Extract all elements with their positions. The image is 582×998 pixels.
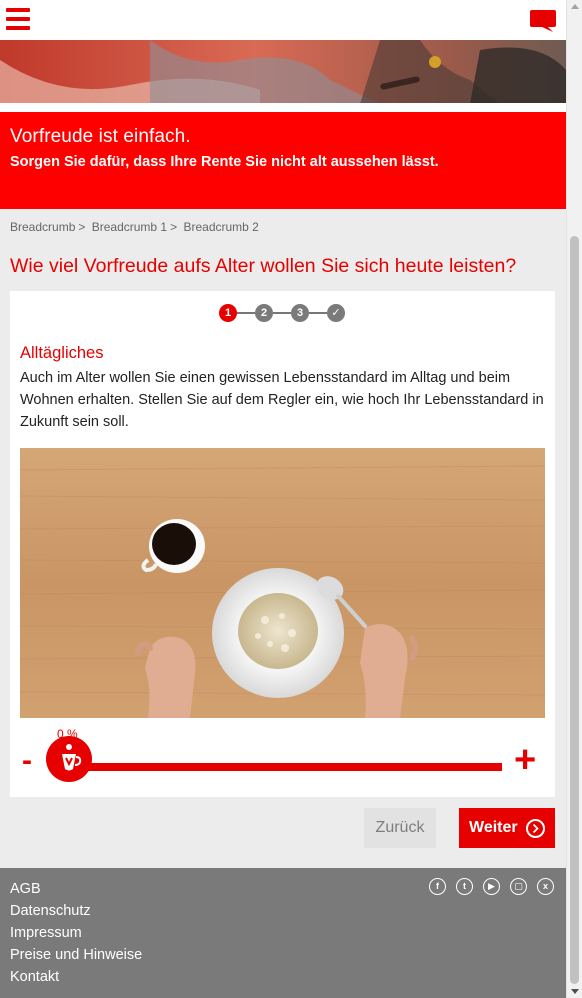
breadcrumb: Breadcrumb > Breadcrumb 1 > Breadcrumb 2: [10, 220, 262, 234]
step-indicator: 1 2 3 ✓: [219, 303, 349, 323]
promo-banner: Vorfreude ist einfach. Sorgen Sie dafür,…: [0, 112, 566, 209]
youtube-icon[interactable]: ▶: [483, 878, 500, 895]
section-description: Auch im Alter wollen Sie einen gewissen …: [20, 370, 544, 430]
footer-link-preise[interactable]: Preise und Hinweise: [10, 944, 142, 966]
back-button[interactable]: Zurück: [364, 808, 436, 848]
decrease-button[interactable]: -: [22, 746, 32, 776]
page-title: Wie viel Vorfreude aufs Alter wollen Sie…: [10, 255, 517, 277]
arrow-right-circle-icon: [526, 819, 545, 838]
hero-image: [0, 40, 566, 104]
instagram-icon[interactable]: ▢: [510, 878, 527, 895]
footer-link-kontakt[interactable]: Kontakt: [10, 966, 142, 988]
slider-track[interactable]: [68, 763, 502, 771]
footer: AGB Datenschutz Impressum Preise und Hin…: [0, 868, 566, 998]
footer-links: AGB Datenschutz Impressum Preise und Hin…: [10, 878, 142, 988]
footer-link-impressum[interactable]: Impressum: [10, 922, 142, 944]
cup-icon: [62, 744, 82, 771]
footer-link-datenschutz[interactable]: Datenschutz: [10, 900, 142, 922]
breadcrumb-item[interactable]: Breadcrumb 1: [92, 220, 167, 234]
breadcrumb-separator: >: [170, 220, 178, 234]
vertical-scrollbar[interactable]: [566, 0, 582, 998]
banner-title: Vorfreude ist einfach.: [10, 126, 191, 147]
step-1[interactable]: 1: [219, 304, 237, 322]
step-2[interactable]: 2: [255, 304, 273, 322]
breadcrumb-item[interactable]: Breadcrumb: [10, 220, 75, 234]
scroll-down-arrow-icon[interactable]: [571, 989, 579, 994]
living-standard-slider: 0 % - +: [10, 723, 555, 793]
next-button-label: Weiter: [469, 819, 518, 836]
section-title: Alltägliches: [20, 344, 104, 362]
increase-button[interactable]: +: [514, 741, 536, 779]
banner-subtitle: Sorgen Sie dafür, dass Ihre Rente Sie ni…: [10, 154, 439, 170]
top-navigation-bar: [0, 0, 566, 40]
scrollbar-thumb[interactable]: [570, 236, 579, 984]
next-button[interactable]: Weiter: [459, 808, 555, 848]
breakfast-photo: [20, 448, 545, 718]
twitter-icon[interactable]: t: [456, 878, 473, 895]
scroll-up-arrow-icon[interactable]: [571, 4, 579, 9]
xing-icon[interactable]: x: [537, 878, 554, 895]
breadcrumb-item: Breadcrumb 2: [183, 220, 259, 234]
step-3[interactable]: 3: [291, 304, 309, 322]
facebook-icon[interactable]: f: [429, 878, 446, 895]
speech-bubble-icon[interactable]: [529, 9, 557, 33]
footer-link-agb[interactable]: AGB: [10, 878, 142, 900]
hamburger-icon[interactable]: [6, 8, 30, 30]
breadcrumb-separator: >: [78, 220, 86, 234]
slider-handle[interactable]: [46, 736, 92, 782]
step-complete-check-icon[interactable]: ✓: [327, 304, 345, 322]
page-viewport: Vorfreude ist einfach. Sorgen Sie dafür,…: [0, 0, 566, 998]
calculator-card: 1 2 3 ✓ Alltägliches Auch im Alter wolle…: [10, 291, 555, 797]
hero-divider: [0, 103, 566, 112]
